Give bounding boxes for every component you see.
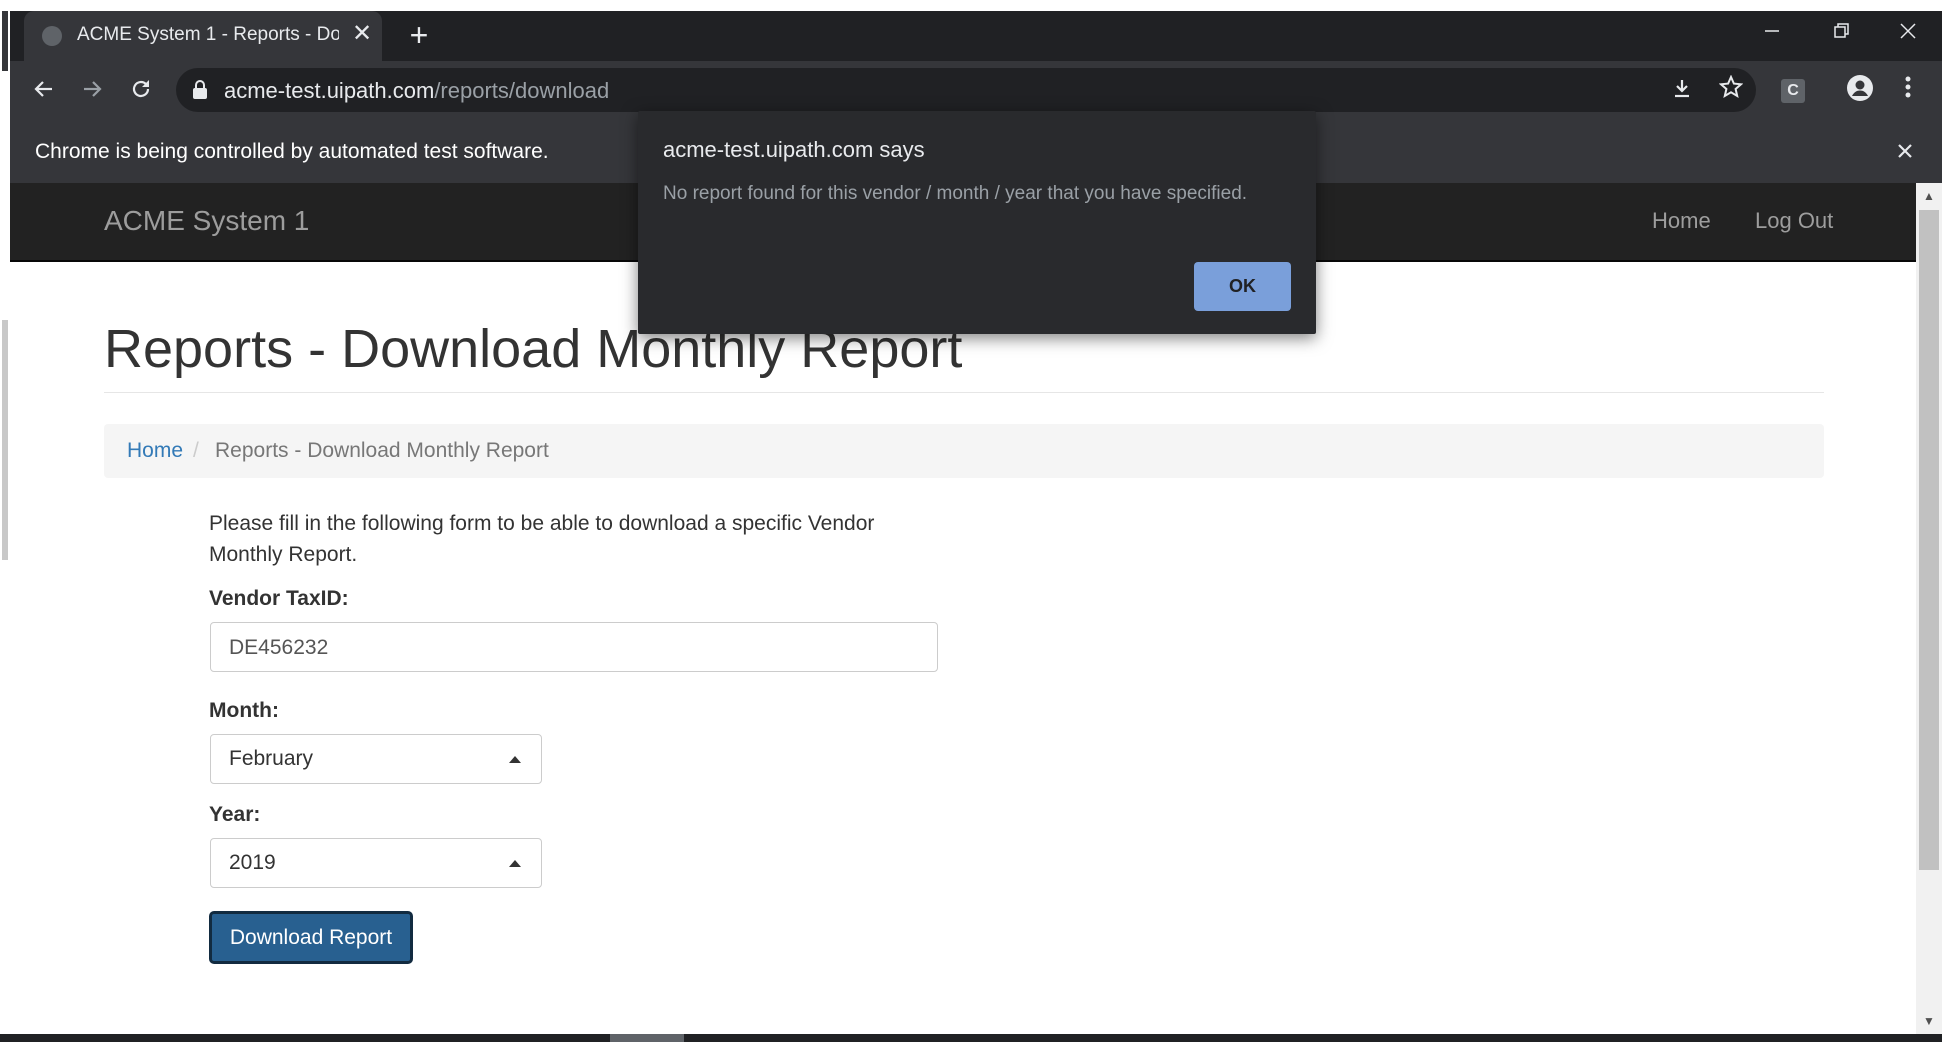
globe-icon xyxy=(42,26,62,46)
forward-button[interactable] xyxy=(72,72,112,112)
taskbar-item xyxy=(610,1034,684,1042)
title-divider xyxy=(104,392,1824,393)
tab-close-icon[interactable]: ✕ xyxy=(350,20,374,48)
close-window-icon[interactable] xyxy=(1886,16,1930,52)
top-strip xyxy=(0,0,1942,11)
menu-icon[interactable] xyxy=(1890,74,1926,110)
reload-button[interactable] xyxy=(121,72,161,112)
year-label: Year: xyxy=(209,803,261,826)
download-icon[interactable] xyxy=(1664,74,1700,110)
vendor-taxid-label: Vendor TaxID: xyxy=(209,587,349,610)
scroll-down-arrow-icon[interactable]: ▼ xyxy=(1919,1013,1939,1029)
taskbar-strip xyxy=(0,1034,1942,1042)
dialog-message: No report found for this vendor / month … xyxy=(663,183,1248,204)
tab-title: ACME System 1 - Reports - Download Month… xyxy=(77,24,339,45)
profile-icon[interactable] xyxy=(1842,74,1878,110)
star-icon[interactable] xyxy=(1713,74,1749,110)
breadcrumb-home-link[interactable]: Home xyxy=(127,436,183,466)
dialog-ok-button[interactable]: OK xyxy=(1194,262,1291,311)
nav-logout-link[interactable]: Log Out xyxy=(1755,206,1833,236)
nav-home-link[interactable]: Home xyxy=(1652,206,1711,236)
lock-icon xyxy=(193,80,207,100)
month-value: February xyxy=(229,747,314,770)
new-tab-button[interactable]: + xyxy=(404,18,434,52)
infobar-close-icon[interactable] xyxy=(1890,135,1920,167)
form-intro-text: Please fill in the following form to be … xyxy=(209,512,875,566)
month-caret-icon xyxy=(509,756,521,763)
url-text[interactable]: acme-test.uipath.com/reports/download xyxy=(224,76,609,106)
year-caret-icon xyxy=(509,860,521,867)
year-value: 2019 xyxy=(229,851,276,874)
infobar-text: Chrome is being controlled by automated … xyxy=(35,140,549,163)
minimize-icon[interactable] xyxy=(1750,16,1794,52)
vendor-taxid-value: DE456232 xyxy=(229,636,329,659)
download-report-button[interactable]: Download Report xyxy=(210,912,412,963)
breadcrumb-current: Reports - Download Monthly Report xyxy=(215,439,549,462)
dialog-title: acme-test.uipath.com says xyxy=(663,137,925,162)
breadcrumb-separator: / xyxy=(193,439,199,462)
scroll-up-arrow-icon[interactable]: ▲ xyxy=(1919,188,1939,204)
month-label: Month: xyxy=(209,699,279,722)
extension-icon[interactable]: C xyxy=(1781,79,1805,103)
restore-icon[interactable] xyxy=(1820,16,1864,52)
site-brand[interactable]: ACME System 1 xyxy=(104,203,309,239)
back-button[interactable] xyxy=(24,72,64,112)
scrollbar-thumb[interactable] xyxy=(1919,210,1939,870)
left-edge-dark xyxy=(2,11,8,71)
left-edge-scroll xyxy=(2,320,8,560)
